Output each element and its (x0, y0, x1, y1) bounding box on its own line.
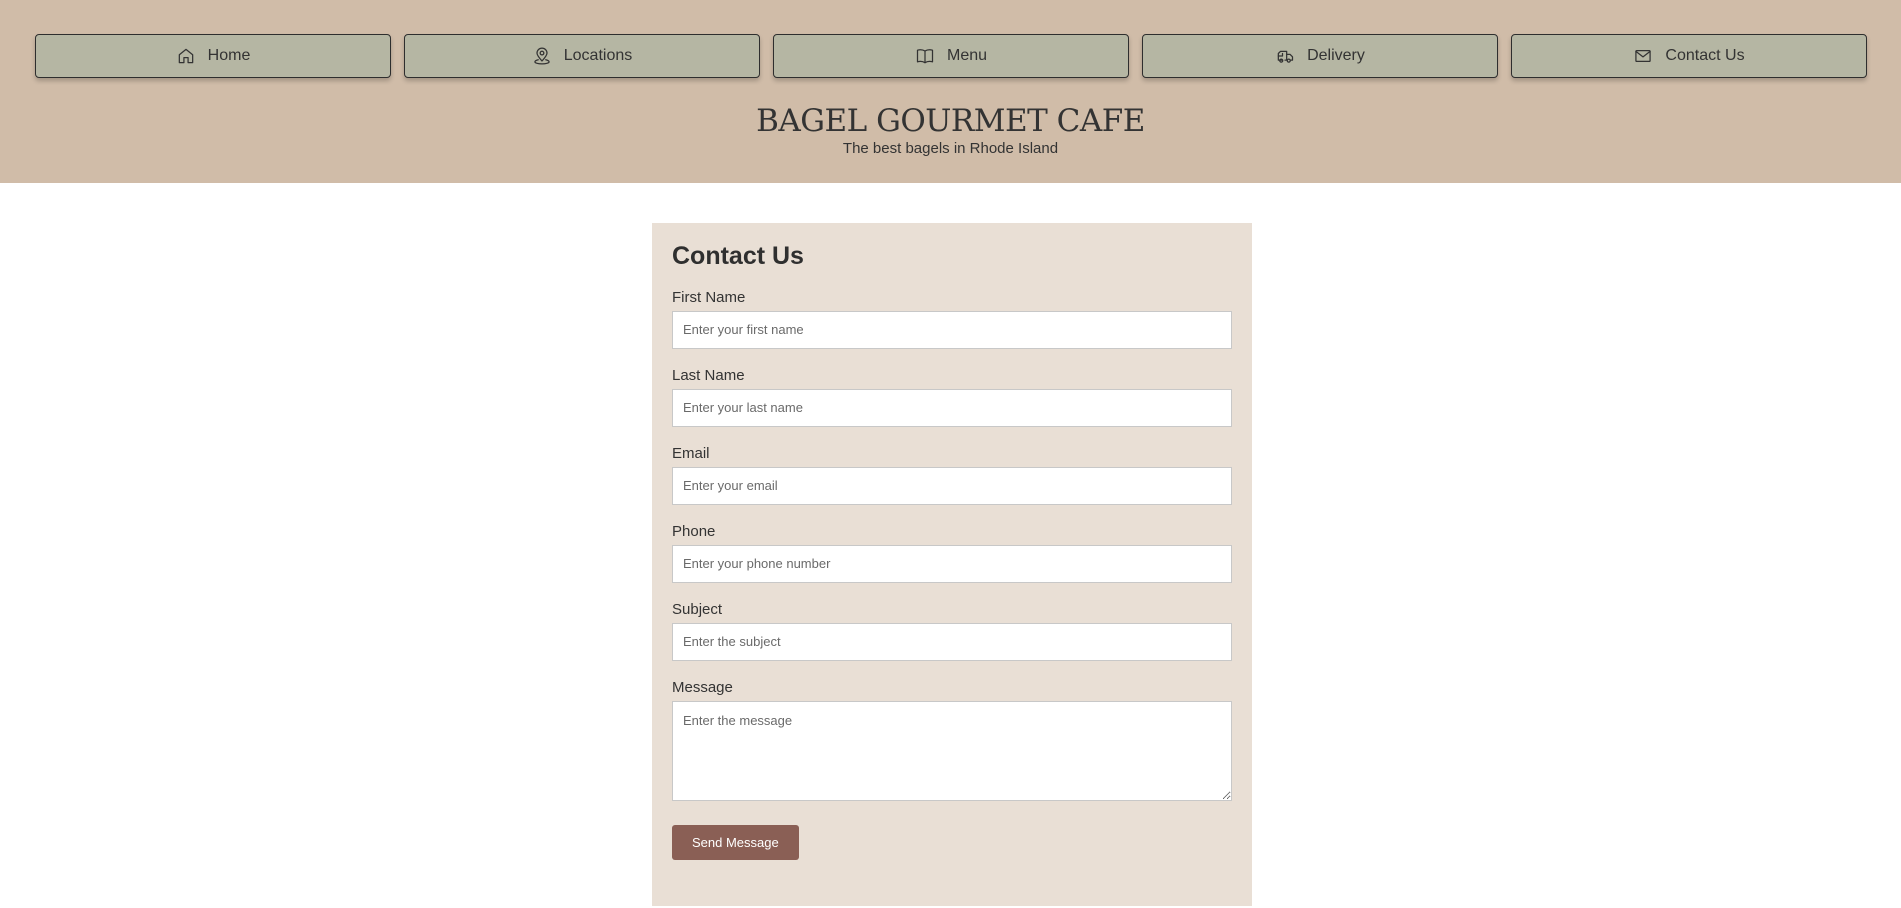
nav-home-label: Home (207, 47, 251, 64)
mail-icon (1635, 49, 1652, 63)
subject-group: Subject (672, 601, 1232, 661)
last-name-group: Last Name (672, 367, 1232, 427)
subject-label: Subject (672, 600, 723, 618)
book-icon (916, 49, 934, 64)
home-icon (178, 48, 193, 64)
first-name-group: First Name (672, 289, 1232, 349)
message-textarea[interactable] (672, 700, 1232, 801)
email-group: Email (672, 445, 1232, 505)
last-name-label: Last Name (672, 366, 745, 384)
site-title: BAGEL GOURMET CAFE (756, 103, 1145, 139)
site-tagline: The best bagels in Rhode Island (842, 140, 1059, 158)
message-label: Message (672, 678, 733, 696)
send-message-button[interactable]: Send Message (672, 824, 799, 860)
form-title: Contact Us (672, 242, 804, 270)
phone-input[interactable] (672, 544, 1232, 583)
email-label: Email (672, 444, 710, 462)
contact-form: Contact Us First Name Last Name Email Ph… (652, 223, 1252, 906)
phone-label: Phone (672, 522, 716, 540)
nav-delivery-button[interactable]: Delivery (1142, 34, 1498, 78)
nav-menu-button[interactable]: Menu (773, 34, 1129, 78)
truck-icon (1277, 50, 1294, 63)
phone-group: Phone (672, 523, 1232, 583)
nav-home-button[interactable]: Home (35, 34, 391, 78)
brand: BAGEL GOURMET CAFE The best bagels in Rh… (0, 104, 1901, 157)
nav-locations-label: Locations (563, 47, 633, 64)
nav-contact-label: Contact Us (1665, 47, 1745, 64)
last-name-input[interactable] (672, 388, 1232, 427)
nav-delivery-label: Delivery (1307, 47, 1365, 64)
first-name-label: First Name (672, 288, 746, 306)
message-group: Message (672, 679, 1232, 801)
first-name-input[interactable] (672, 310, 1232, 349)
nav-locations-button[interactable]: Locations (404, 34, 760, 78)
nav-contact-button[interactable]: Contact Us (1511, 34, 1867, 78)
email-input[interactable] (672, 466, 1232, 505)
nav-menu-label: Menu (946, 47, 988, 64)
map-pin-icon (534, 47, 550, 65)
main-nav: Home Locations Menu Delivery Contact Us (35, 34, 1867, 78)
subject-input[interactable] (672, 622, 1232, 661)
site-header: Home Locations Menu Delivery Contact Us … (0, 0, 1901, 183)
